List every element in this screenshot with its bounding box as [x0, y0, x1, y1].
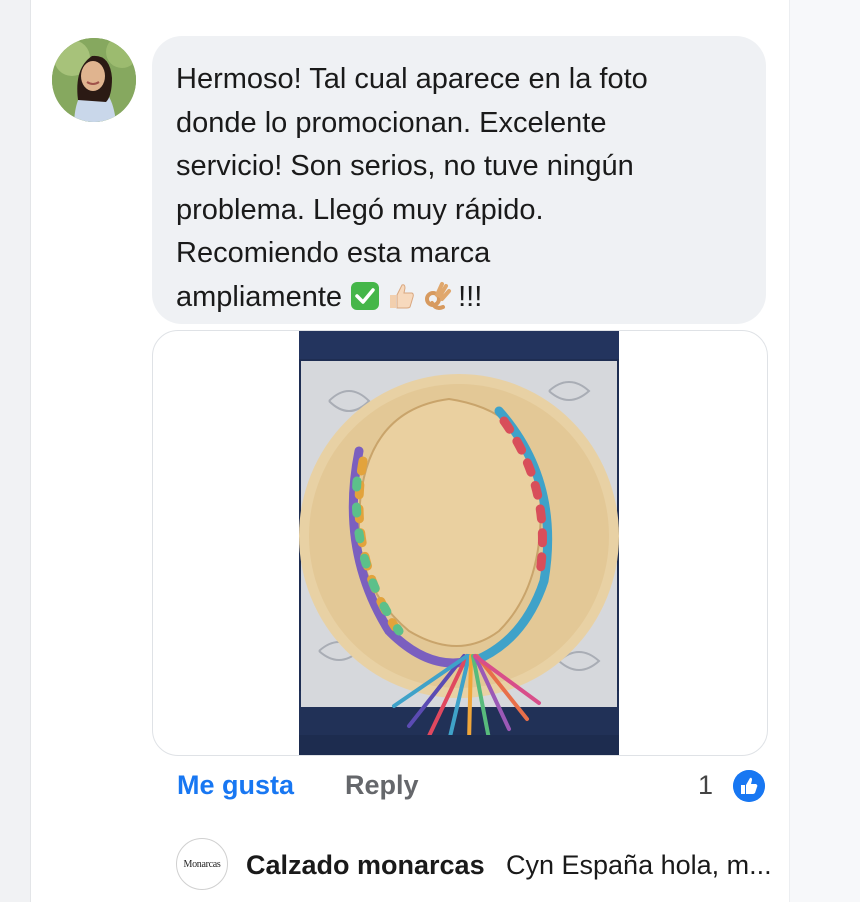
hat-photo: [299, 331, 619, 755]
comment-line: problema. Llegó muy rápido.: [176, 193, 544, 226]
comment-line: donde lo promocionan. Excelente: [176, 106, 607, 139]
comment-line: Recomiendo esta marca: [176, 237, 491, 269]
check-mark-icon: [351, 281, 380, 310]
comment-actions: Me gusta Reply 1: [177, 770, 767, 810]
comment-bubble: Hermoso! Tal cual aparece en la foto don…: [152, 36, 766, 324]
comment-trailing: !!!: [458, 280, 483, 313]
like-reaction-icon[interactable]: [733, 770, 765, 802]
reaction-count[interactable]: 1: [698, 770, 713, 801]
reply-button[interactable]: Reply: [345, 770, 419, 801]
like-button[interactable]: Me gusta: [177, 770, 294, 801]
commenter-avatar[interactable]: [52, 38, 136, 122]
ok-hand-icon: [425, 281, 452, 310]
comment-line: Hermoso! Tal cual aparece en la foto: [176, 63, 648, 95]
comment-line: servicio! Son serios, no tuve ningún: [176, 150, 634, 182]
reply-preview[interactable]: Monarcas Calzado monarcas Cyn España hol…: [176, 838, 776, 890]
comment-line: ampliamente: [176, 280, 343, 313]
brand-avatar[interactable]: Monarcas: [176, 838, 228, 890]
comment-text: Hermoso! Tal cual aparece en la foto don…: [176, 58, 742, 319]
reply-author[interactable]: Calzado monarcas: [246, 850, 485, 881]
reply-snippet[interactable]: Cyn España hola, m...: [506, 850, 772, 881]
thumbs-up-icon: [390, 283, 414, 308]
left-edge: [0, 0, 31, 902]
right-edge: [789, 0, 860, 902]
attached-photo[interactable]: [152, 330, 768, 756]
